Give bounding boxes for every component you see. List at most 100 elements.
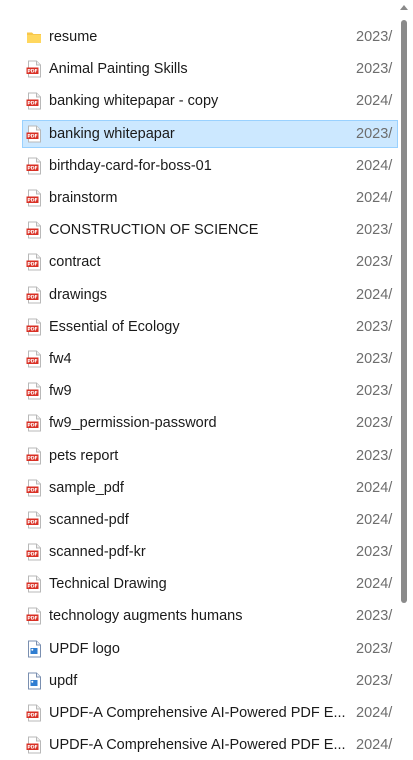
file-name: scanned-pdf-kr	[49, 544, 146, 561]
pdf-file-icon: PDF	[26, 607, 42, 625]
scroll-up-arrow-icon[interactable]	[400, 5, 408, 10]
pdf-icon-label: PDF	[27, 359, 37, 365]
pdf-file-icon: PDF	[26, 157, 41, 175]
file-name: Animal Painting Skills	[49, 61, 188, 78]
file-date-modified: 2024/	[356, 737, 393, 754]
image-file-icon	[28, 640, 41, 658]
pdf-icon-label: PDF	[27, 133, 37, 139]
file-date-modified: 2024/	[356, 157, 393, 174]
file-row[interactable]: UPDF logo 2023/	[0, 633, 400, 665]
pdf-file-icon: PDF	[26, 92, 42, 110]
file-row[interactable]: PDF fw9_permission-password 2023/	[0, 407, 400, 439]
pdf-file-icon: PDF	[26, 479, 41, 497]
folder-icon	[27, 32, 41, 44]
file-name: sample_pdf	[49, 479, 124, 496]
pdf-file-icon: PDF	[26, 414, 41, 432]
pdf-file-icon: PDF	[26, 447, 41, 465]
file-date-modified: 2023/	[356, 254, 393, 271]
pdf-file-icon: PDF	[26, 447, 42, 465]
pdf-file-icon: PDF	[26, 189, 42, 207]
file-row[interactable]: PDF brainstorm 2024/	[0, 182, 400, 214]
file-row[interactable]: PDF UPDF-A Comprehensive AI-Powered PDF E…	[0, 697, 400, 729]
file-name: UPDF-A Comprehensive AI-Powered PDF E...	[49, 737, 346, 754]
file-name: UPDF logo	[49, 640, 120, 657]
file-date-modified: 2023/	[356, 350, 393, 367]
file-name: banking whitepapar - copy	[49, 93, 219, 110]
pdf-icon-label: PDF	[27, 391, 37, 397]
file-row[interactable]: PDF scanned-pdf 2024/	[0, 504, 400, 536]
pdf-icon-label: PDF	[27, 455, 37, 461]
file-date-modified: 2023/	[356, 318, 393, 335]
file-name: drawings	[49, 286, 108, 303]
pdf-file-icon: PDF	[26, 479, 42, 497]
file-row[interactable]: PDF sample_pdf 2024/	[0, 472, 400, 504]
pdf-icon-label: PDF	[27, 198, 37, 204]
pdf-file-icon: PDF	[26, 125, 42, 143]
file-date-modified: 2024/	[356, 576, 393, 593]
pdf-file-icon: PDF	[26, 350, 41, 368]
pdf-file-icon: PDF	[26, 736, 41, 754]
pdf-file-icon: PDF	[26, 221, 41, 239]
pdf-file-icon: PDF	[26, 736, 42, 754]
pdf-file-icon: PDF	[26, 60, 42, 78]
file-row[interactable]: PDF technology augments humans 2023/	[0, 600, 400, 632]
file-row[interactable]: PDF banking whitepapar - copy 2024/	[0, 85, 400, 117]
pdf-file-icon: PDF	[26, 253, 41, 271]
file-name: birthday-card-for-boss-01	[49, 157, 212, 174]
pdf-icon-label: PDF	[27, 487, 37, 493]
file-date-modified: 2024/	[356, 479, 393, 496]
pdf-file-icon: PDF	[26, 157, 42, 175]
scrollbar-thumb[interactable]	[401, 20, 407, 603]
file-name: contract	[49, 254, 101, 271]
pdf-file-icon: PDF	[26, 704, 42, 722]
file-row[interactable]: PDF Technical Drawing 2024/	[0, 568, 400, 600]
pdf-file-icon: PDF	[26, 543, 42, 561]
file-row-selected[interactable]: PDF banking whitepapar 2023/	[0, 118, 400, 150]
image-file-icon	[26, 672, 42, 690]
file-date-modified: 2023/	[356, 125, 393, 142]
file-name: banking whitepapar	[49, 125, 175, 142]
file-row[interactable]: PDF scanned-pdf-kr 2023/	[0, 536, 400, 568]
pdf-icon-label: PDF	[27, 294, 37, 300]
file-row[interactable]: PDF contract 2023/	[0, 246, 400, 278]
file-row[interactable]: PDF fw9 2023/	[0, 375, 400, 407]
pdf-file-icon: PDF	[26, 221, 42, 239]
file-date-modified: 2023/	[356, 640, 393, 657]
file-list-panel: resume 2023/PDF Animal Painting Skills 2023…	[0, 0, 413, 760]
file-row[interactable]: PDF pets report 2023/	[0, 439, 400, 471]
pdf-file-icon: PDF	[26, 286, 41, 304]
file-row[interactable]: PDF Essential of Ecology 2023/	[0, 311, 400, 343]
folder-icon	[26, 29, 42, 46]
pdf-icon-label: PDF	[27, 520, 37, 526]
file-row[interactable]: PDF UPDF-A Comprehensive AI-Powered PDF E…	[0, 729, 400, 760]
file-row[interactable]: PDF fw4 2023/	[0, 343, 400, 375]
file-date-modified: 2023/	[356, 29, 393, 46]
file-name: CONSTRUCTION OF SCIENCE	[49, 222, 259, 239]
pdf-file-icon: PDF	[26, 414, 42, 432]
file-name: Technical Drawing	[49, 576, 167, 593]
pdf-icon-label: PDF	[27, 101, 37, 107]
file-date-modified: 2023/	[356, 544, 393, 561]
pdf-file-icon: PDF	[26, 511, 41, 529]
file-row[interactable]: PDF drawings 2024/	[0, 279, 400, 311]
vertical-scrollbar[interactable]	[400, 0, 411, 760]
file-row[interactable]: resume 2023/	[0, 21, 400, 53]
file-row[interactable]: PDF CONSTRUCTION OF SCIENCE 2023/	[0, 214, 400, 246]
image-file-icon	[28, 672, 41, 690]
pdf-icon-label: PDF	[27, 616, 37, 622]
file-row[interactable]: PDF birthday-card-for-boss-01 2024/	[0, 150, 400, 182]
pdf-icon-label: PDF	[27, 745, 37, 751]
file-date-modified: 2023/	[356, 672, 393, 689]
file-row[interactable]: PDF Animal Painting Skills 2023/	[0, 53, 400, 85]
pdf-file-icon: PDF	[26, 382, 42, 400]
pdf-icon-label: PDF	[27, 262, 37, 268]
file-name: UPDF-A Comprehensive AI-Powered PDF E...	[49, 705, 346, 722]
pdf-file-icon: PDF	[26, 382, 41, 400]
file-row[interactable]: updf 2023/	[0, 665, 400, 697]
file-date-modified: 2023/	[356, 415, 393, 432]
file-name: fw9	[49, 383, 72, 400]
file-name: pets report	[49, 447, 119, 464]
file-date-modified: 2023/	[356, 447, 393, 464]
file-date-modified: 2023/	[356, 222, 393, 239]
file-date-modified: 2024/	[356, 511, 393, 528]
